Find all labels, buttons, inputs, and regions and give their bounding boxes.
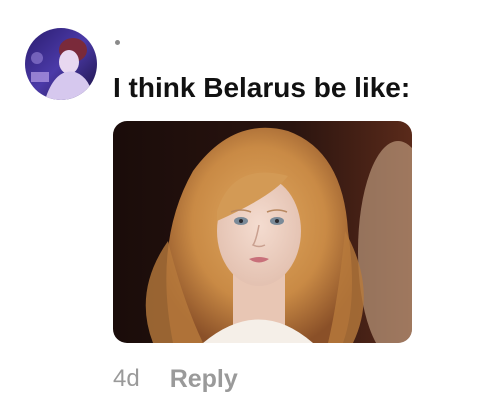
comment: I think Belarus be like: 4d Reply <box>0 0 478 414</box>
reply-button[interactable]: Reply <box>170 363 238 395</box>
user-avatar[interactable] <box>25 28 97 100</box>
photo-image <box>113 121 412 343</box>
attached-photo[interactable] <box>113 121 412 343</box>
comment-meta: 4d Reply <box>113 363 238 395</box>
username[interactable] <box>115 34 175 50</box>
comment-text: I think Belarus be like: <box>113 72 411 103</box>
username-placeholder <box>115 40 120 45</box>
avatar-image <box>25 28 97 100</box>
timestamp: 4d <box>113 365 140 392</box>
